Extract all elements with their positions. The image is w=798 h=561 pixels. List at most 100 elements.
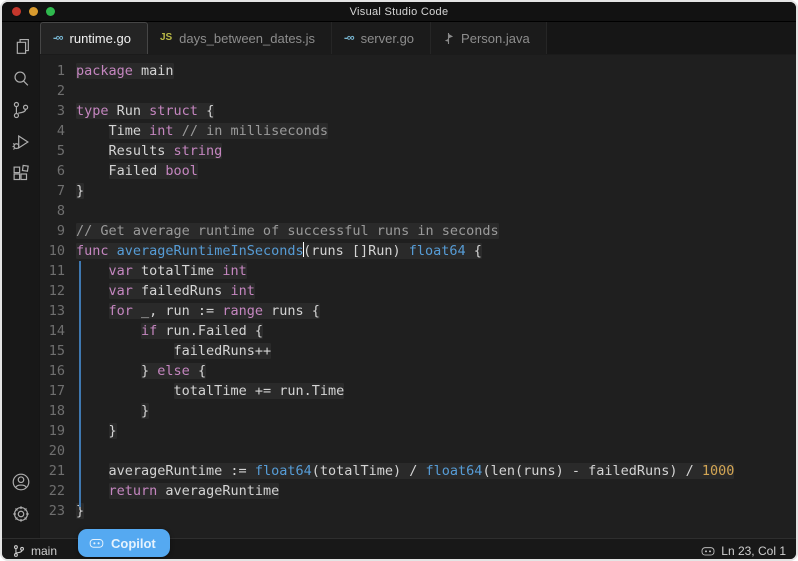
line-number: 22 — [40, 481, 76, 501]
line-content: } — [76, 401, 149, 421]
line-content: func averageRuntimeInSeconds(runs []Run)… — [76, 241, 482, 261]
vscode-window: Visual Studio Code — [0, 0, 798, 561]
line-content: if run.Failed { — [76, 321, 263, 341]
code-line[interactable]: 11 var totalTime int — [40, 261, 796, 281]
tab-bar: -∞ runtime.go JS days_between_dates.js -∞ ser… — [40, 22, 796, 55]
copilot-button-label: Copilot — [111, 536, 156, 551]
code-line[interactable]: 4 Time int // in milliseconds — [40, 121, 796, 141]
code-line[interactable]: 17 totalTime += run.Time — [40, 381, 796, 401]
line-number: 21 — [40, 461, 76, 481]
line-number: 13 — [40, 301, 76, 321]
line-content: failedRuns++ — [76, 341, 271, 361]
line-number: 10 — [40, 241, 76, 261]
line-content: totalTime += run.Time — [76, 381, 344, 401]
code-line[interactable]: 12 var failedRuns int — [40, 281, 796, 301]
line-number: 5 — [40, 141, 76, 161]
code-line[interactable]: 10func averageRuntimeInSeconds(runs []Ru… — [40, 241, 796, 261]
line-number: 17 — [40, 381, 76, 401]
active-indent-guide — [79, 261, 81, 507]
line-number: 14 — [40, 321, 76, 341]
code-line[interactable]: 21 averageRuntime := float64(totalTime) … — [40, 461, 796, 481]
line-col-text: Ln 23, Col 1 — [721, 544, 786, 558]
tab-days_between_dates.js[interactable]: JS days_between_dates.js — [148, 22, 332, 54]
copilot-status-icon — [700, 544, 716, 558]
line-number: 23 — [40, 501, 76, 521]
code-line[interactable]: 23} — [40, 501, 796, 521]
go-file-icon: -∞ — [53, 33, 63, 44]
line-content: for _, run := range runs { — [76, 301, 320, 321]
line-content: var failedRuns int — [76, 281, 255, 301]
tab-server.go[interactable]: -∞ server.go — [332, 22, 431, 54]
tab-label: Person.java — [461, 31, 530, 46]
run-debug-icon[interactable] — [6, 126, 36, 158]
settings-gear-icon[interactable] — [6, 498, 36, 530]
source-control-icon[interactable] — [6, 94, 36, 126]
java-file-icon — [443, 32, 454, 45]
code-line[interactable]: 7} — [40, 181, 796, 201]
code-line[interactable]: 14 if run.Failed { — [40, 321, 796, 341]
account-icon[interactable] — [6, 466, 36, 498]
line-content: Results string — [76, 141, 222, 161]
line-number: 7 — [40, 181, 76, 201]
code-line[interactable]: 19 } — [40, 421, 796, 441]
git-branch-indicator[interactable]: main — [12, 544, 57, 558]
code-line[interactable]: 9// Get average runtime of successful ru… — [40, 221, 796, 241]
title-bar: Visual Studio Code — [2, 2, 796, 22]
line-content: type Run struct { — [76, 101, 214, 121]
code-line[interactable]: 18 } — [40, 401, 796, 421]
search-icon[interactable] — [6, 62, 36, 94]
cursor-position-indicator[interactable]: Ln 23, Col 1 — [700, 544, 786, 558]
line-number: 2 — [40, 81, 76, 101]
line-content: } else { — [76, 361, 206, 381]
git-branch-icon — [12, 544, 26, 558]
code-line[interactable]: 1package main — [40, 61, 796, 81]
line-content: package main — [76, 61, 174, 81]
code-line[interactable]: 20 — [40, 441, 796, 461]
line-content: averageRuntime := float64(totalTime) / f… — [76, 461, 734, 481]
extensions-icon[interactable] — [6, 158, 36, 190]
line-content: Time int // in milliseconds — [76, 121, 328, 141]
line-number: 4 — [40, 121, 76, 141]
code-line[interactable]: 22 return averageRuntime — [40, 481, 796, 501]
code-line[interactable]: 13 for _, run := range runs { — [40, 301, 796, 321]
line-number: 9 — [40, 221, 76, 241]
line-content: return averageRuntime — [76, 481, 279, 501]
code-line[interactable]: 16 } else { — [40, 361, 796, 381]
line-number: 11 — [40, 261, 76, 281]
copilot-icon — [88, 536, 105, 550]
line-number: 16 — [40, 361, 76, 381]
explorer-icon[interactable] — [6, 30, 36, 62]
line-content: Failed bool — [76, 161, 198, 181]
code-editor[interactable]: 1package main23type Run struct {4 Time i… — [40, 55, 796, 538]
code-line[interactable]: 6 Failed bool — [40, 161, 796, 181]
code-line[interactable]: 3type Run struct { — [40, 101, 796, 121]
line-content: } — [76, 421, 117, 441]
window-title: Visual Studio Code — [2, 6, 796, 18]
code-line[interactable]: 8 — [40, 201, 796, 221]
line-content: } — [76, 181, 84, 201]
line-number: 6 — [40, 161, 76, 181]
line-content: var totalTime int — [76, 261, 247, 281]
tab-label: days_between_dates.js — [179, 31, 315, 46]
line-number: 12 — [40, 281, 76, 301]
line-number: 15 — [40, 341, 76, 361]
line-number: 20 — [40, 441, 76, 461]
copilot-button[interactable]: Copilot — [78, 529, 170, 557]
branch-name: main — [31, 544, 57, 558]
tab-label: server.go — [361, 31, 414, 46]
code-line[interactable]: 5 Results string — [40, 141, 796, 161]
tab-label: runtime.go — [70, 31, 131, 46]
go-file-icon: -∞ — [344, 33, 354, 44]
line-number: 1 — [40, 61, 76, 81]
activity-bar — [2, 22, 40, 538]
code-line[interactable]: 2 — [40, 81, 796, 101]
js-file-icon: JS — [160, 33, 172, 43]
line-number: 8 — [40, 201, 76, 221]
line-number: 18 — [40, 401, 76, 421]
line-number: 19 — [40, 421, 76, 441]
line-number: 3 — [40, 101, 76, 121]
tab-runtime.go[interactable]: -∞ runtime.go — [40, 22, 148, 54]
line-content: // Get average runtime of successful run… — [76, 221, 499, 241]
tab-Person.java[interactable]: Person.java — [431, 22, 547, 54]
code-line[interactable]: 15 failedRuns++ — [40, 341, 796, 361]
